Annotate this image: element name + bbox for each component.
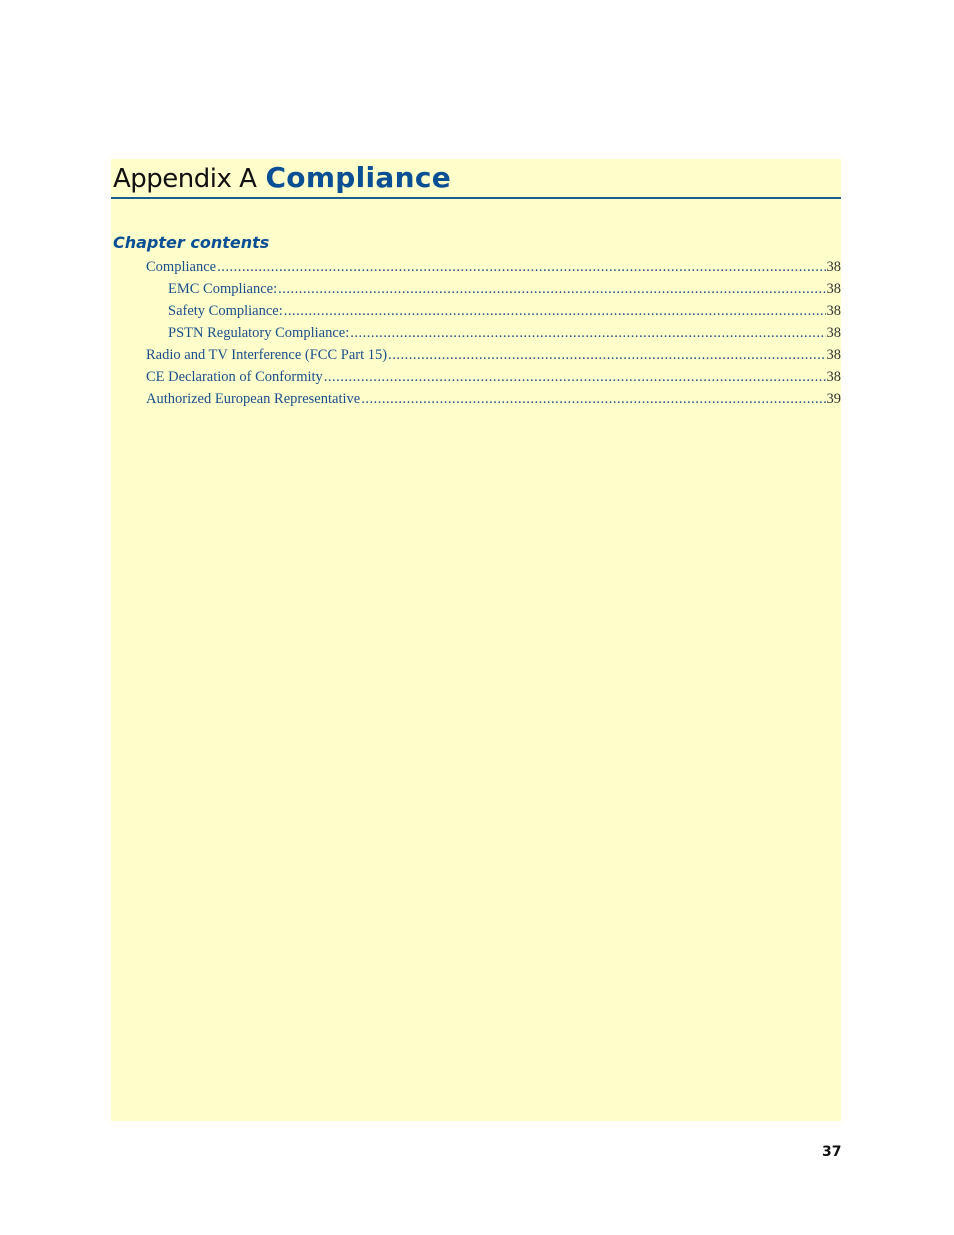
page-number: 37	[822, 1144, 842, 1160]
table-of-contents: Compliance 38 EMC Compliance: 38 Safety …	[111, 259, 841, 413]
dot-leader	[278, 281, 825, 298]
dot-leader	[217, 259, 825, 276]
toc-entry-page[interactable]: 38	[827, 259, 842, 276]
appendix-prefix: Appendix A	[113, 164, 257, 194]
dot-leader	[284, 303, 826, 320]
heading-rule	[111, 197, 841, 199]
toc-entry-label[interactable]: Authorized European Representative	[146, 391, 360, 408]
dot-leader	[350, 325, 825, 342]
toc-entry-pstn-regulatory-compliance[interactable]: PSTN Regulatory Compliance: 38	[111, 325, 841, 347]
appendix-heading: Appendix A Compliance	[113, 159, 841, 198]
toc-entry-label[interactable]: Radio and TV Interference (FCC Part 15)	[146, 347, 387, 364]
dot-leader	[324, 369, 826, 386]
dot-leader	[388, 347, 825, 364]
toc-entry-label[interactable]: Safety Compliance:	[168, 303, 283, 320]
toc-entry-page[interactable]: 38	[827, 347, 842, 364]
toc-entry-ce-declaration[interactable]: CE Declaration of Conformity 38	[111, 369, 841, 391]
toc-entry-radio-tv-interference[interactable]: Radio and TV Interference (FCC Part 15) …	[111, 347, 841, 369]
toc-entry-label[interactable]: EMC Compliance:	[168, 281, 277, 298]
toc-entry-page[interactable]: 39	[827, 391, 842, 408]
toc-entry-page[interactable]: 38	[827, 303, 842, 320]
toc-entry-page[interactable]: 38	[827, 325, 842, 342]
toc-entry-authorized-european-representative[interactable]: Authorized European Representative 39	[111, 391, 841, 413]
toc-entry-compliance[interactable]: Compliance 38	[111, 259, 841, 281]
toc-entry-page[interactable]: 38	[827, 369, 842, 386]
dot-leader	[361, 391, 825, 408]
toc-entry-emc-compliance[interactable]: EMC Compliance: 38	[111, 281, 841, 303]
toc-entry-label[interactable]: CE Declaration of Conformity	[146, 369, 323, 386]
toc-entry-page[interactable]: 38	[827, 281, 842, 298]
appendix-title: Compliance	[265, 161, 452, 194]
chapter-panel: Appendix A Compliance Chapter contents C…	[111, 159, 841, 1121]
toc-entry-safety-compliance[interactable]: Safety Compliance: 38	[111, 303, 841, 325]
toc-entry-label[interactable]: Compliance	[146, 259, 216, 276]
chapter-contents-heading: Chapter contents	[113, 233, 270, 252]
toc-entry-label[interactable]: PSTN Regulatory Compliance:	[168, 325, 349, 342]
